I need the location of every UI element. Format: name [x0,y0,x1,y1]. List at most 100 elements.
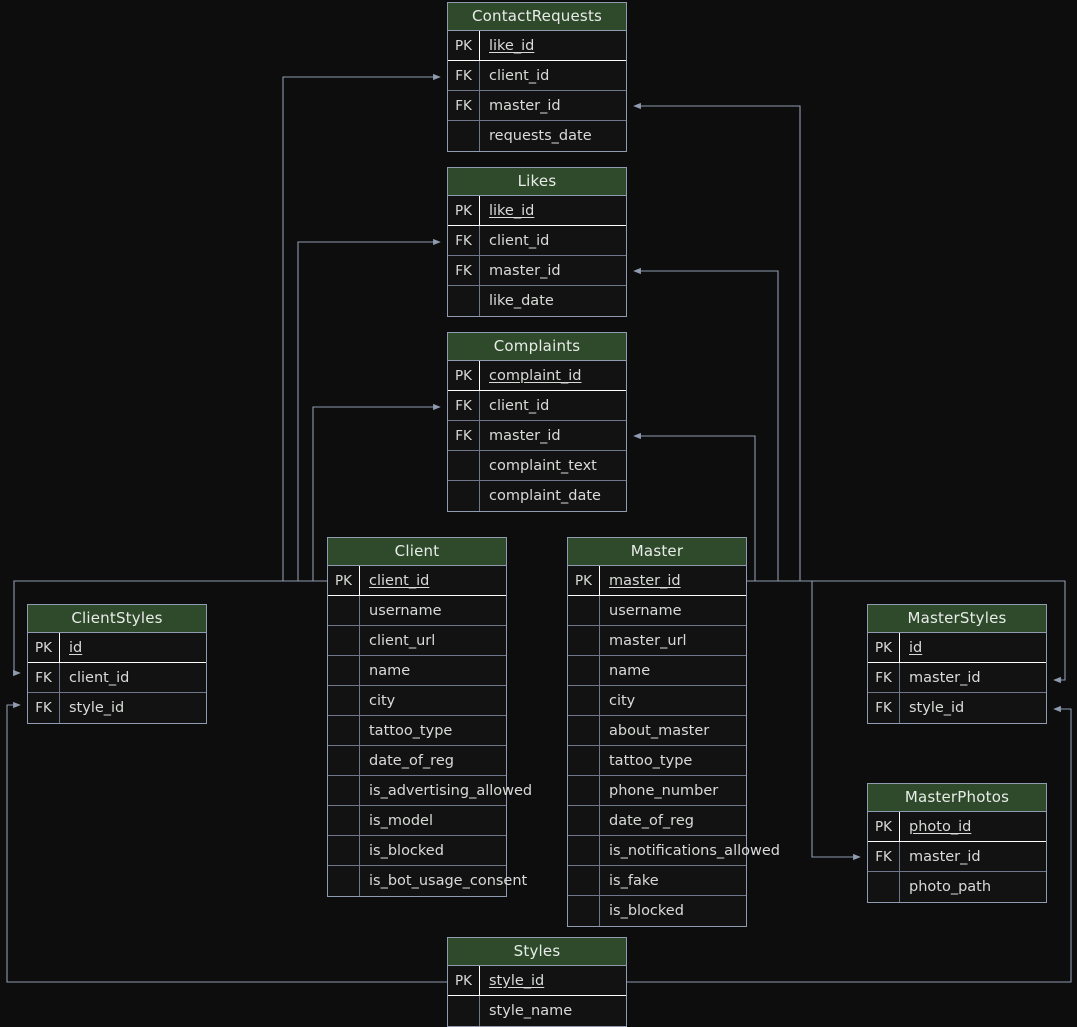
attribute-row[interactable]: FK client_id [448,391,626,421]
attribute-row[interactable]: city [328,686,506,716]
entity-likes[interactable]: Likes PK like_id FK client_id FK master_id like… [447,167,627,317]
attribute-row[interactable]: PK master_id [568,566,746,596]
attribute-name-text: style_id [489,972,545,989]
attribute-row[interactable]: like_date [448,286,626,316]
attribute-row[interactable]: complaint_text [448,451,626,481]
attribute-key: FK [28,693,60,723]
attribute-row[interactable]: username [568,596,746,626]
entity-contactrequests[interactable]: ContactRequests PK like_id FK client_id FK mas… [447,2,627,152]
attribute-name-text: tattoo_type [369,722,453,739]
attribute-row[interactable]: complaint_date [448,481,626,511]
attribute-row[interactable]: is_blocked [328,836,506,866]
attribute-row[interactable]: is_advertising_allowed [328,776,532,806]
attribute-key [328,686,360,715]
entity-title: MasterStyles [868,605,1046,633]
attribute-key [568,866,600,895]
attribute-row[interactable]: FK master_id [448,421,626,451]
entity-master[interactable]: Master PK master_id username master_url name c… [567,537,780,927]
attribute-row[interactable]: phone_number [568,776,746,806]
attribute-key [568,686,600,715]
entity-masterstyles[interactable]: MasterStyles PK id FK master_id FK style_id [867,604,1047,724]
attribute-row[interactable]: photo_path [868,872,1046,902]
attribute-name-text: username [369,602,442,619]
attribute-row[interactable]: PK id [28,633,206,663]
attribute-row[interactable]: is_notifications_allowed [568,836,780,866]
attribute-row[interactable]: date_of_reg [328,746,506,776]
attribute-name: tattoo_type [360,716,506,745]
attribute-name: is_notifications_allowed [600,836,780,865]
attribute-name: tattoo_type [600,746,746,775]
attribute-name: client_id [60,663,206,692]
attribute-name: id [60,633,206,662]
attribute-row[interactable]: date_of_reg [568,806,746,836]
attribute-row[interactable]: is_blocked [568,896,746,926]
attribute-row[interactable]: is_fake [568,866,746,896]
entity-client[interactable]: Client PK client_id username client_url name c… [327,537,532,897]
attribute-key [328,836,360,865]
attribute-key: FK [448,256,480,285]
attribute-name-text: city [369,692,396,709]
attribute-name: client_url [360,626,506,655]
attribute-key: FK [28,663,60,692]
attribute-row[interactable]: FK client_id [448,61,626,91]
attribute-key [448,996,480,1026]
attribute-row[interactable]: master_url [568,626,746,656]
attribute-name: photo_path [900,872,1046,902]
attribute-row[interactable]: style_name [448,996,626,1026]
attribute-row[interactable]: FK style_id [28,693,206,723]
attribute-row[interactable]: username [328,596,506,626]
attribute-name-text: tattoo_type [609,752,693,769]
attribute-name: style_id [480,966,626,995]
attribute-row[interactable]: client_url [328,626,506,656]
attribute-name-text: phone_number [609,782,719,799]
attribute-key: FK [868,842,900,871]
attribute-name-text: client_id [69,669,130,686]
attribute-name-text: is_notifications_allowed [609,842,780,859]
attribute-key: PK [448,361,480,390]
attribute-key [448,286,480,316]
attribute-row[interactable]: name [568,656,746,686]
entity-clientstyles[interactable]: ClientStyles PK id FK client_id FK style_id [27,604,207,724]
attribute-key: PK [448,966,480,995]
attribute-row[interactable]: is_bot_usage_consent [328,866,527,896]
attribute-name-text: complaint_id [489,367,582,384]
attribute-row[interactable]: is_model [328,806,506,836]
attribute-row[interactable]: PK id [868,633,1046,663]
attribute-row[interactable]: city [568,686,746,716]
attribute-row[interactable]: PK photo_id [868,812,1046,842]
attribute-row[interactable]: FK master_id [868,663,1046,693]
entity-masterphotos[interactable]: MasterPhotos PK photo_id FK master_id photo_p… [867,783,1047,903]
attribute-row[interactable]: FK master_id [448,91,626,121]
attribute-key [448,481,480,511]
attribute-name-text: style_id [69,700,125,716]
attribute-row[interactable]: PK client_id [328,566,506,596]
entity-complaints[interactable]: Complaints PK complaint_id FK client_id FK mas… [447,332,627,512]
attribute-key [568,596,600,625]
attribute-name: requests_date [480,121,626,151]
attribute-row[interactable]: FK style_id [868,693,1046,723]
attribute-row[interactable]: PK like_id [448,196,626,226]
attribute-row[interactable]: requests_date [448,121,626,151]
attribute-row[interactable]: PK complaint_id [448,361,626,391]
attribute-row[interactable]: tattoo_type [328,716,506,746]
link-master-masterphotos [747,580,861,861]
entity-styles[interactable]: Styles PK style_id style_name [447,937,627,1027]
attribute-row[interactable]: tattoo_type [568,746,746,776]
attribute-row[interactable]: PK like_id [448,31,626,61]
attribute-row[interactable]: PK style_id [448,966,626,996]
attribute-row[interactable]: FK client_id [448,226,626,256]
attribute-row[interactable]: about_master [568,716,746,746]
attribute-key: FK [448,421,480,450]
link-client-likes [297,238,441,582]
attribute-name-text: id [909,639,923,656]
attribute-row[interactable]: FK client_id [28,663,206,693]
attribute-row[interactable]: FK master_id [868,842,1046,872]
attribute-name: client_id [360,566,506,595]
link-client-contactrequests [282,73,441,582]
attribute-key [568,716,600,745]
attribute-name: master_id [480,91,626,120]
attribute-row[interactable]: FK master_id [448,256,626,286]
attribute-name: city [600,686,746,715]
attribute-row[interactable]: name [328,656,506,686]
attribute-name: city [360,686,506,715]
